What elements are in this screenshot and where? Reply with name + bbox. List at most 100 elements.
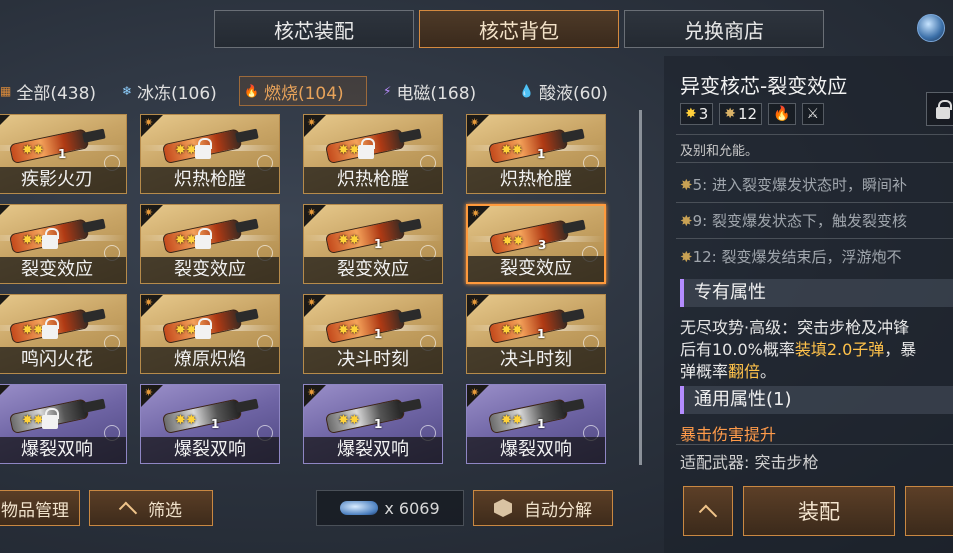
filter-electro[interactable]: ⚡ 电磁(168)	[379, 76, 480, 106]
core-card[interactable]: ✷✸✸鸣闪火花	[0, 294, 127, 374]
divider	[676, 238, 953, 239]
fire-element-icon: ✷	[470, 386, 480, 399]
lock-icon	[42, 318, 59, 339]
core-card[interactable]: ✷✸✸裂变效应	[140, 204, 280, 284]
grid-scroll-thumb[interactable]	[639, 110, 642, 465]
divider	[676, 444, 953, 445]
card-count: 3	[538, 238, 547, 252]
filter-label: 酸液(60)	[538, 83, 608, 104]
filter-acid[interactable]: 💧 酸液(60)	[515, 76, 612, 106]
core-card[interactable]: ✷✸✸1疾影火刃	[0, 114, 127, 194]
card-name: 决斗时刻	[467, 347, 605, 373]
lock-button[interactable]	[926, 92, 953, 126]
rifle-icon: ⚔	[806, 106, 820, 122]
card-name: 炽热枪膛	[141, 167, 279, 193]
lock-icon	[195, 138, 212, 159]
weapon-fit: 适配武器: 突击步枪	[680, 453, 819, 472]
lock-icon	[42, 228, 59, 249]
core-card[interactable]: ✷ ✸✸ 1 炽热枪膛	[466, 114, 606, 194]
tab-core-backpack[interactable]: 核芯背包	[419, 10, 619, 48]
equip-button[interactable]: 装配	[743, 486, 895, 536]
acid-drop-icon: 💧	[519, 84, 534, 98]
star-icon: ✸✸	[338, 413, 360, 428]
card-count: 1	[537, 417, 546, 431]
card-name: 爆裂双响	[467, 437, 605, 463]
star-icon: ✸	[680, 176, 693, 194]
core-card[interactable]: ✷ ✸✸ 炽热枪膛	[140, 114, 280, 194]
star-icon: ✸✸	[175, 143, 197, 158]
star-outline-icon: ✸	[724, 106, 737, 122]
text-seg: ，暴	[884, 340, 917, 359]
chevron-up-icon	[698, 504, 718, 524]
item-manage-button[interactable]: 物品管理	[0, 490, 80, 526]
general-attr-header: 通用属性(1)	[680, 386, 953, 414]
highlight-text: 翻倍	[728, 362, 761, 381]
weapon-type-badge: ⚔	[801, 103, 825, 125]
filter-button[interactable]: 筛选	[89, 490, 213, 526]
core-card[interactable]: ✷ ✸✸ 1 爆裂双响	[466, 384, 606, 464]
star-icon: ✸✸	[22, 233, 44, 248]
secondary-action-button[interactable]	[905, 486, 953, 536]
star-level: 3	[698, 105, 709, 123]
star-icon: ✸✸	[502, 234, 524, 249]
star-icon: ✸✸	[175, 323, 197, 338]
star-icon: ✸✸	[338, 323, 360, 338]
fire-element-icon: ✷	[470, 116, 480, 129]
currency-orb-icon[interactable]	[917, 14, 945, 42]
core-card[interactable]: ✷ ✸✸ 3 裂变效应	[466, 204, 606, 284]
fire-element-icon: ✷	[144, 116, 154, 129]
card-name: 爆裂双响	[304, 437, 442, 463]
star-icon: ✸✸	[175, 233, 197, 248]
filter-button-label: 筛选	[148, 500, 182, 521]
lightning-icon: ⚡	[383, 84, 392, 98]
core-card[interactable]: ✷ ✸✸ 1 爆裂双响	[303, 384, 443, 464]
currency-display: x 6069	[316, 490, 464, 526]
equip-label: 装配	[798, 500, 840, 524]
divider	[676, 202, 953, 203]
text-seg: 后有10.0%概率	[680, 340, 795, 359]
expand-button[interactable]	[683, 486, 733, 536]
card-name: 爆裂双响	[0, 437, 126, 463]
exclusive-attr-header: 专有属性	[680, 279, 953, 307]
core-card[interactable]: ✷ ✸✸ 1 裂变效应	[303, 204, 443, 284]
tier-12-text: 12: 裂变爆发结束后，浮游炮不	[692, 248, 902, 266]
star-icon: ✸✸	[501, 413, 523, 428]
star-icon: ✸✸	[22, 323, 44, 338]
card-name: 燎原炽焰	[141, 347, 279, 373]
currency-value: x 6069	[384, 498, 440, 518]
tab-exchange-shop[interactable]: 兑换商店	[624, 10, 824, 48]
core-card[interactable]: ✷ ✸✸ 1 爆裂双响	[140, 384, 280, 464]
auto-decompose-label: 自动分解	[524, 500, 592, 521]
core-card[interactable]: ✷ ✸✸ 1 决斗时刻	[303, 294, 443, 374]
core-card[interactable]: ✷✸✸爆裂双响	[0, 384, 127, 464]
card-name: 裂变效应	[468, 256, 604, 282]
tier-5-effect: ✸5: 进入裂变爆发状态时，瞬间补	[680, 174, 907, 195]
filter-label: 全部(438)	[16, 83, 97, 104]
filter-burn[interactable]: 🔥 燃烧(104)	[239, 76, 367, 106]
card-count: 1	[211, 417, 220, 431]
tier-9-text: 9: 裂变爆发状态下，触发裂变核	[692, 212, 907, 230]
divider	[676, 162, 953, 163]
star-icon: ✸✸	[22, 413, 44, 428]
fire-element-icon: ✷	[144, 206, 154, 219]
core-card[interactable]: ✷ ✸✸ 燎原炽焰	[140, 294, 280, 374]
tier-5-text: 5: 进入裂变爆发状态时，瞬间补	[692, 176, 907, 194]
exclusive-attr-line3: 弹概率翻倍。	[680, 358, 776, 382]
tab-core-assembly[interactable]: 核芯装配	[214, 10, 414, 48]
filter-freeze[interactable]: ❄ 冰冻(106)	[118, 76, 221, 106]
fire-icon: 🔥	[773, 106, 791, 122]
star-icon: ✸✸	[175, 413, 197, 428]
fire-type-badge: 🔥	[768, 103, 796, 125]
core-card[interactable]: ✷ ✸✸ 炽热枪膛	[303, 114, 443, 194]
top-tab-bar: 核芯装配 核芯背包 兑换商店	[0, 0, 953, 50]
star-icon: ✸✸	[22, 143, 44, 158]
filter-all[interactable]: ▦ 全部(438)	[0, 76, 100, 106]
core-card[interactable]: ✷ ✸✸ 1 决斗时刻	[466, 294, 606, 374]
card-count: 1	[374, 237, 383, 251]
core-card[interactable]: ✷✸✸裂变效应	[0, 204, 127, 284]
desc-partial: 及别和允能。	[680, 144, 759, 159]
card-name: 裂变效应	[304, 257, 442, 283]
auto-decompose-button[interactable]: 自动分解	[473, 490, 613, 526]
star-icon: ✸✸	[501, 143, 523, 158]
chevron-up-icon	[118, 501, 138, 521]
